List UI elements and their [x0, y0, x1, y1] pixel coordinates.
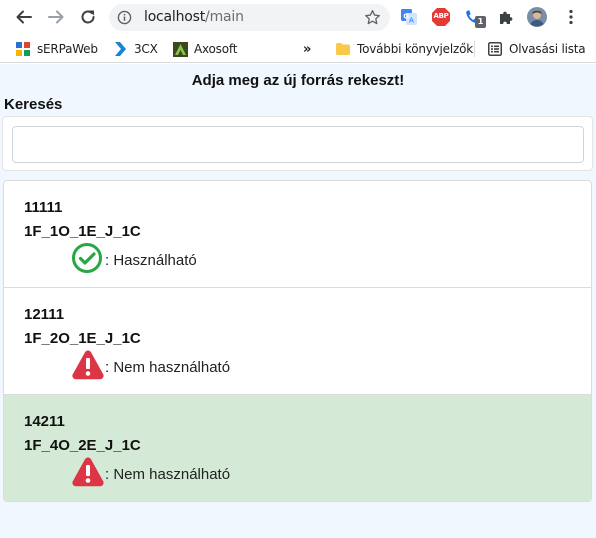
search-input[interactable]	[12, 126, 584, 163]
bookmark-serpaweb[interactable]: sERPaWeb	[15, 40, 98, 58]
item-id: 11111	[24, 199, 63, 216]
bookmark-label: Axosoft	[194, 42, 238, 56]
status: : Használható	[71, 242, 197, 274]
kebab-menu-icon	[569, 9, 573, 25]
page-title: Adja meg az új forrás rekeszt!	[191, 72, 405, 89]
bookmark-star-icon[interactable]	[364, 9, 381, 26]
svg-text:A: A	[409, 17, 414, 25]
address-bar[interactable]: localhost/main	[109, 4, 390, 31]
menu-button[interactable]	[561, 7, 581, 27]
bookmark-label: 3CX	[134, 42, 158, 56]
item-id: 14211	[24, 413, 65, 430]
item-code: 1F_2O_1E_J_1C	[24, 330, 141, 347]
list-item[interactable]: 11111 1F_1O_1E_J_1C : Használható	[4, 181, 591, 288]
other-bookmarks-label: További könyvjelzők	[357, 42, 473, 56]
status-text: : Nem használható	[105, 466, 231, 483]
status: : Nem használható	[71, 456, 230, 488]
search-card	[2, 116, 593, 171]
search-label: Keresés	[4, 96, 63, 113]
status-text: : Használható	[105, 252, 197, 269]
folder-icon	[335, 41, 351, 57]
puzzle-icon	[500, 11, 513, 24]
bookmarks-bar: sERPaWeb 3CX Axosoft » További könyvjelz…	[0, 35, 596, 63]
warning-triangle-icon	[72, 457, 104, 487]
back-button[interactable]	[13, 6, 35, 28]
warning-triangle-icon	[72, 350, 104, 380]
other-bookmarks-folder[interactable]: További könyvjelzők	[335, 40, 473, 58]
back-arrow-icon	[16, 10, 32, 24]
url-host: localhost	[144, 9, 206, 25]
bookmark-label: sERPaWeb	[37, 42, 98, 56]
phone-extension[interactable]: 1	[463, 7, 486, 28]
translate-extension[interactable]: GA	[399, 7, 419, 27]
profile-button[interactable]	[527, 7, 547, 27]
reload-icon	[81, 10, 95, 24]
bin-list: 11111 1F_1O_1E_J_1C : Használható 12111 …	[3, 180, 592, 502]
reading-list-button[interactable]: Olvasási lista	[487, 40, 586, 58]
bookmark-axosoft[interactable]: Axosoft	[172, 40, 237, 58]
bookmarks-divider	[474, 41, 475, 57]
extensions-button[interactable]	[496, 7, 516, 27]
reading-list-label: Olvasási lista	[509, 42, 586, 56]
bookmark-3cx[interactable]: 3CX	[112, 40, 158, 58]
page-content: Adja meg az új forrás rekeszt! Keresés 1…	[0, 64, 596, 538]
status-text: : Nem használható	[105, 359, 231, 376]
list-item[interactable]: 12111 1F_2O_1E_J_1C : Nem használható	[4, 288, 591, 395]
adblock-extension[interactable]: ABP	[431, 7, 451, 27]
info-icon[interactable]	[117, 10, 132, 25]
avatar	[527, 7, 547, 27]
check-circle-icon	[72, 243, 102, 273]
url-text[interactable]: localhost/main	[144, 9, 244, 25]
item-code: 1F_4O_2E_J_1C	[24, 437, 141, 454]
chevron-favicon-icon	[112, 41, 128, 57]
forward-button[interactable]	[45, 6, 67, 28]
translate-icon: GA	[401, 9, 417, 25]
phone-badge: 1	[475, 16, 486, 28]
reading-list-icon	[487, 41, 503, 57]
list-item-selected[interactable]: 14211 1F_4O_2E_J_1C : Nem használható	[4, 395, 591, 501]
url-path: /main	[205, 9, 244, 25]
status: : Nem használható	[71, 349, 230, 381]
item-code: 1F_1O_1E_J_1C	[24, 223, 141, 240]
grid-favicon-icon	[15, 41, 31, 57]
item-id: 12111	[24, 306, 65, 323]
reload-button[interactable]	[77, 6, 99, 28]
adblock-label: ABP	[433, 12, 449, 20]
browser-toolbar: localhost/main GA ABP 1	[0, 0, 596, 35]
forward-arrow-icon	[48, 10, 64, 24]
axosoft-favicon-icon	[172, 41, 188, 57]
more-bookmarks-chevron[interactable]: »	[303, 40, 311, 58]
